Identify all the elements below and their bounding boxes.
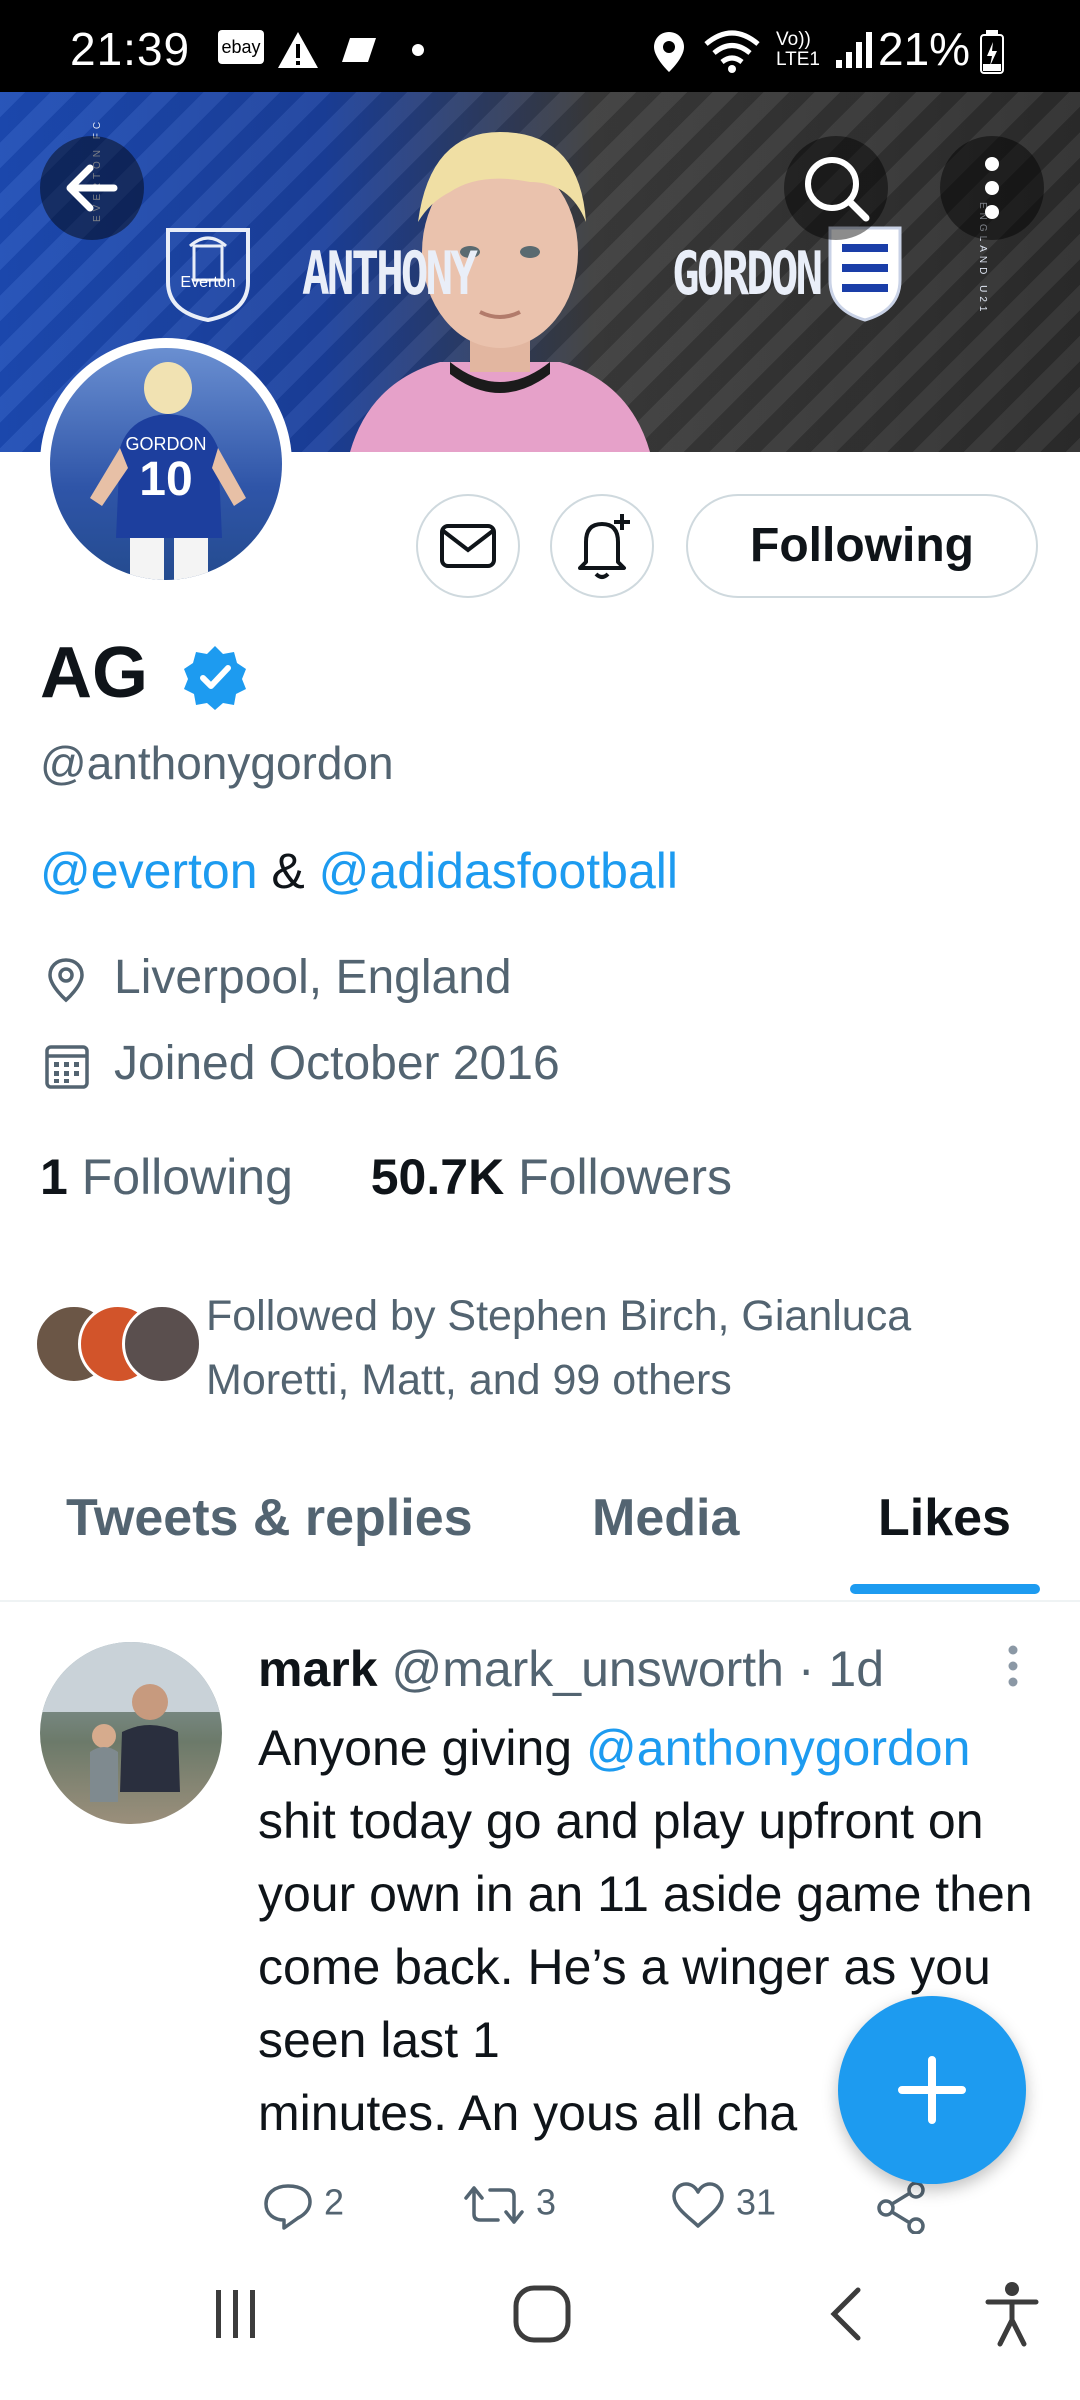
location-text: Liverpool, England (114, 951, 512, 1004)
tweet-time: · 1d (784, 1641, 885, 1697)
calendar-icon (45, 1045, 89, 1089)
tweet-author-handle[interactable]: @mark_unsworth (391, 1641, 784, 1697)
verified-badge-icon (184, 646, 246, 710)
profile-handle: @anthonygordon (40, 737, 394, 789)
avatar-shirt-number: 10 (139, 453, 193, 506)
tab-divider (0, 1600, 1080, 1602)
back-nav-icon[interactable] (820, 2284, 870, 2344)
status-bar: 21:39 ebay Vo)) LTE1 21% (0, 0, 1080, 92)
tab-tweets-and-replies[interactable]: Tweets & replies (66, 1488, 473, 1548)
more-vertical-icon (985, 157, 999, 219)
battery-icon (980, 30, 1004, 74)
location-icon (654, 32, 684, 72)
bell-plus-icon (578, 514, 630, 579)
bio-mention-adidasfootball[interactable]: @adidasfootball (319, 843, 678, 899)
home-icon[interactable] (510, 2282, 574, 2346)
like-action[interactable]: 31 (670, 2180, 776, 2230)
joined-text: Joined October 2016 (114, 1037, 560, 1090)
share-icon (877, 2181, 925, 2235)
everton-badge: Everton (160, 222, 256, 323)
tweet-author-avatar[interactable] (40, 1642, 222, 1824)
signal-icon (836, 32, 872, 68)
search-icon (805, 157, 870, 222)
display-name: AG (40, 633, 148, 713)
bio-mention-everton[interactable]: @everton (40, 843, 258, 899)
location-pin-icon (48, 958, 84, 1003)
wifi-icon (704, 30, 760, 73)
followed-by-avatars[interactable] (34, 1304, 202, 1384)
message-button[interactable] (416, 494, 520, 598)
retweet-action[interactable]: 3 (462, 2180, 556, 2230)
reply-action[interactable]: 2 (262, 2180, 344, 2230)
heart-icon (672, 2182, 724, 2228)
following-button[interactable]: Following (686, 494, 1038, 598)
tweet-header: mark @mark_unsworth · 1d (258, 1640, 884, 1698)
recent-apps-icon[interactable] (206, 2284, 266, 2344)
banner-name-left: ANTHONY (302, 237, 478, 309)
mutual-avatar (122, 1304, 202, 1384)
warning-icon (278, 32, 318, 68)
back-button[interactable] (40, 136, 144, 240)
compose-tweet-button[interactable] (838, 1996, 1026, 2184)
tab-media[interactable]: Media (592, 1488, 739, 1548)
back-arrow-icon (66, 164, 118, 212)
search-button[interactable] (784, 136, 888, 240)
battery-percent: 21% (878, 23, 971, 75)
profile-bio: @everton & @adidasfootball (40, 843, 678, 899)
data-saver-icon (342, 38, 376, 62)
status-time: 21:39 (70, 23, 191, 75)
mail-icon (440, 524, 496, 568)
volte-label: Vo)) LTE1 (776, 29, 821, 70)
plus-icon (898, 2056, 966, 2124)
notification-dot (412, 44, 424, 56)
ebay-notification-icon: ebay (218, 30, 264, 64)
reply-icon (264, 2184, 312, 2230)
retweet-icon (464, 2186, 524, 2224)
tweet-author-name[interactable]: mark (258, 1641, 378, 1697)
accessibility-icon[interactable] (982, 2280, 1042, 2348)
tweet-more-icon[interactable] (998, 1640, 1028, 1696)
active-tab-indicator (850, 1584, 1040, 1594)
follow-counts: 1 Following 50.7K Followers (40, 1148, 732, 1206)
profile-avatar[interactable]: GORDON 10 (40, 338, 292, 590)
banner-name-right: GORDON (672, 237, 823, 309)
notifications-button[interactable] (550, 494, 654, 598)
tweet-mention[interactable]: @anthonygordon (586, 1720, 970, 1776)
more-options-button[interactable] (940, 136, 1044, 240)
followed-by-text[interactable]: Followed by Stephen Birch, Gianluca More… (206, 1284, 1026, 1412)
share-action[interactable] (874, 2180, 930, 2235)
tab-likes[interactable]: Likes (878, 1488, 1011, 1548)
following-count-link[interactable]: 1 Following (40, 1149, 293, 1205)
followers-count-link[interactable]: 50.7K Followers (371, 1149, 732, 1205)
system-nav-bar (0, 2244, 1080, 2400)
